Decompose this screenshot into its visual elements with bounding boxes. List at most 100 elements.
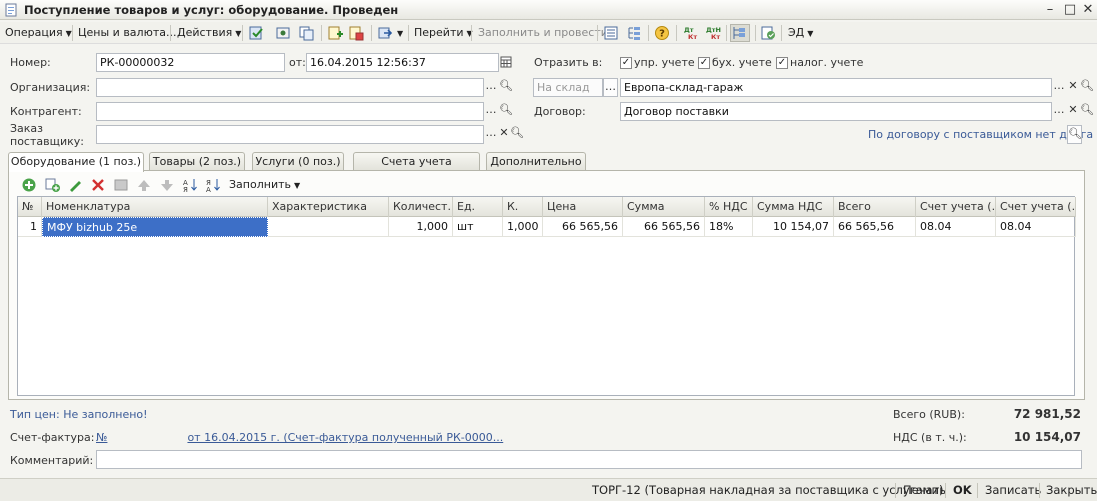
cell-total[interactable]: 66 565,56 bbox=[834, 217, 916, 237]
column-header-account-1[interactable]: Счет учета (... bbox=[916, 197, 996, 217]
cell-coefficient[interactable]: 1,000 bbox=[503, 217, 543, 237]
structure-subordination-button[interactable] bbox=[730, 24, 750, 42]
contract-open-icon[interactable]: 🔍︎ bbox=[1080, 102, 1094, 121]
report-icon[interactable] bbox=[348, 25, 365, 41]
number-field[interactable]: РК-00000032 bbox=[96, 53, 285, 72]
cell-quantity[interactable]: 1,000 bbox=[389, 217, 453, 237]
edit-row-icon[interactable] bbox=[67, 177, 84, 193]
ed-menu[interactable]: ЭД ▼ bbox=[788, 25, 813, 41]
column-header-coefficient[interactable]: К. bbox=[503, 197, 543, 217]
column-header-price[interactable]: Цена bbox=[543, 197, 623, 217]
invoice-link[interactable]: № от 16.04.2015 г. (Счет-фактура полученн… bbox=[96, 431, 503, 444]
warehouse-clear-icon[interactable]: ✕ bbox=[1066, 78, 1080, 97]
goto-menu[interactable]: Перейти ▼ bbox=[414, 25, 473, 41]
column-header-quantity[interactable]: Количест... bbox=[389, 197, 453, 217]
copy-icon[interactable] bbox=[298, 25, 315, 41]
column-header-vat-rate[interactable]: % НДС bbox=[705, 197, 753, 217]
organization-select-button[interactable]: … bbox=[484, 78, 498, 97]
organization-open-icon[interactable]: 🔍︎ bbox=[499, 78, 513, 97]
warehouse-open-icon[interactable]: 🔍︎ bbox=[1080, 78, 1094, 97]
maximize-button[interactable]: □ bbox=[1062, 2, 1078, 18]
ok-button[interactable]: OK bbox=[953, 483, 972, 497]
order-select-button[interactable]: … bbox=[484, 125, 498, 144]
contract-field[interactable]: Договор поставки bbox=[620, 102, 1052, 121]
warehouse-placeholder[interactable]: На склад bbox=[533, 78, 603, 97]
cell-account-1[interactable]: 08.04 bbox=[916, 217, 996, 237]
reflect-upr-checkbox[interactable]: ✓ bbox=[620, 57, 632, 69]
column-header-sum[interactable]: Сумма bbox=[623, 197, 705, 217]
edi-document-icon[interactable] bbox=[760, 25, 777, 41]
tab-services[interactable]: Услуги (0 поз.) bbox=[252, 152, 344, 171]
prices-currency-button[interactable]: Цены и валюта... bbox=[78, 25, 176, 41]
move-up-icon[interactable] bbox=[136, 177, 153, 193]
column-header-vat-sum[interactable]: Сумма НДС bbox=[753, 197, 834, 217]
column-header-account-2[interactable]: Счет учета (... bbox=[996, 197, 1076, 217]
contragent-select-button[interactable]: … bbox=[484, 102, 498, 121]
close-button[interactable]: Закрыть bbox=[1046, 483, 1097, 497]
cell-characteristic[interactable] bbox=[268, 217, 389, 237]
tree-view-icon[interactable] bbox=[626, 25, 643, 41]
order-field[interactable] bbox=[96, 125, 484, 144]
list-view-icon[interactable] bbox=[603, 25, 620, 41]
tab-additional[interactable]: Дополнительно bbox=[486, 152, 586, 171]
date-field[interactable]: 16.04.2015 12:56:37 bbox=[306, 53, 499, 72]
column-header-nomenclature[interactable]: Номенклатура bbox=[42, 197, 268, 217]
fill-menu[interactable]: Заполнить ▼ bbox=[229, 177, 300, 193]
price-type-link[interactable]: Тип цен: Не заполнено! bbox=[10, 408, 148, 421]
cell-unit[interactable]: шт bbox=[453, 217, 503, 237]
add-row-icon[interactable] bbox=[21, 177, 38, 193]
torg12-print-button[interactable]: ТОРГ-12 (Товарная накладная за поставщик… bbox=[592, 483, 943, 497]
delete-row-icon[interactable] bbox=[90, 177, 107, 193]
comment-field[interactable] bbox=[96, 450, 1082, 469]
reflect-nal-checkbox[interactable]: ✓ bbox=[776, 57, 788, 69]
post-icon[interactable] bbox=[248, 25, 265, 41]
copy-row-icon[interactable] bbox=[44, 177, 61, 193]
dt-kt-icon[interactable]: Дт Кт bbox=[682, 25, 699, 41]
fill-and-post-button[interactable]: Заполнить и провести bbox=[478, 25, 608, 41]
tab-goods[interactable]: Товары (2 поз.) bbox=[149, 152, 245, 171]
actions-menu[interactable]: Действия ▼ bbox=[177, 25, 241, 41]
contragent-open-icon[interactable]: 🔍︎ bbox=[499, 102, 513, 121]
warehouse-type-button[interactable]: … bbox=[603, 78, 618, 97]
order-clear-icon[interactable]: ✕ bbox=[497, 125, 511, 144]
print-button[interactable]: Печать bbox=[903, 483, 946, 497]
send-icon[interactable] bbox=[377, 25, 394, 41]
debt-status-link[interactable]: По договору с поставщиком нет долга bbox=[868, 128, 1093, 141]
contract-select-button[interactable]: … bbox=[1052, 102, 1066, 121]
help-icon[interactable]: ? bbox=[654, 25, 671, 41]
calendar-icon[interactable] bbox=[499, 53, 513, 72]
cell-sum[interactable]: 66 565,56 bbox=[623, 217, 705, 237]
tab-settlement-accounts[interactable]: Счета учета расчетов bbox=[353, 152, 480, 185]
save-button[interactable]: Записать bbox=[985, 483, 1041, 497]
reflect-buh-checkbox[interactable]: ✓ bbox=[698, 57, 710, 69]
warehouse-select-button[interactable]: … bbox=[1052, 78, 1066, 97]
organization-field[interactable] bbox=[96, 78, 484, 97]
column-header-unit[interactable]: Ед. bbox=[453, 197, 503, 217]
end-edit-icon[interactable] bbox=[113, 177, 130, 193]
add-document-icon[interactable] bbox=[327, 25, 344, 41]
table-row[interactable]: 1 МФУ bizhub 25e 1,000 шт 1,000 66 565,5… bbox=[18, 217, 1076, 237]
cell-nomenclature[interactable]: МФУ bizhub 25e bbox=[42, 217, 268, 237]
cell-price[interactable]: 66 565,56 bbox=[543, 217, 623, 237]
sort-descending-icon[interactable]: ЯА bbox=[205, 177, 222, 193]
cell-account-2[interactable]: 08.04 bbox=[996, 217, 1076, 237]
cell-vat-rate[interactable]: 18% bbox=[705, 217, 753, 237]
debt-refresh-icon[interactable]: 🔍︎ bbox=[1067, 125, 1082, 144]
send-dropdown[interactable]: ▼ bbox=[394, 25, 403, 41]
warehouse-field[interactable]: Европа-склад-гараж bbox=[620, 78, 1052, 97]
column-header-number[interactable]: № bbox=[18, 197, 42, 217]
column-header-total[interactable]: Всего bbox=[834, 197, 916, 217]
dt-kt-tax-icon[interactable]: ДтН Кт bbox=[705, 25, 722, 41]
structure-icon[interactable] bbox=[275, 25, 292, 41]
column-header-characteristic[interactable]: Характеристика bbox=[268, 197, 389, 217]
contragent-field[interactable] bbox=[96, 102, 484, 121]
sort-ascending-icon[interactable]: АЯ bbox=[182, 177, 199, 193]
operation-menu[interactable]: Операция ▼ bbox=[5, 25, 72, 41]
tab-equipment[interactable]: Оборудование (1 поз.) bbox=[8, 152, 144, 172]
order-open-icon[interactable]: 🔍︎ bbox=[510, 125, 524, 144]
contract-clear-icon[interactable]: ✕ bbox=[1066, 102, 1080, 121]
minimize-button[interactable]: – bbox=[1042, 2, 1058, 18]
close-window-button[interactable]: ✕ bbox=[1080, 2, 1096, 18]
cell-vat-sum[interactable]: 10 154,07 bbox=[753, 217, 834, 237]
move-down-icon[interactable] bbox=[159, 177, 176, 193]
